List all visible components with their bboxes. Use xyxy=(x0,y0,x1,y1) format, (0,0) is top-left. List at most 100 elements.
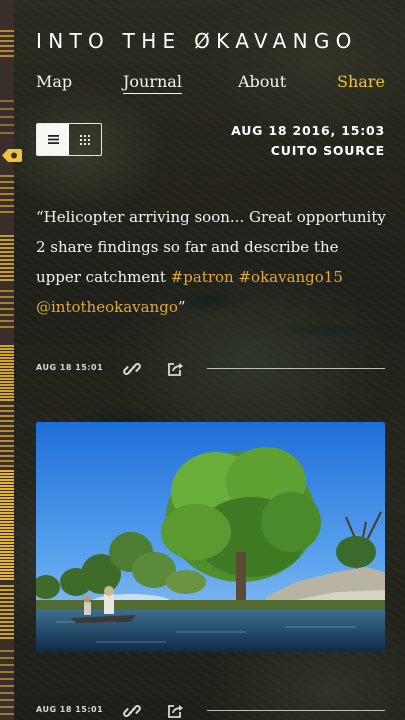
timeline-tick xyxy=(0,199,14,201)
timeline-tick xyxy=(0,351,14,353)
timeline-tick xyxy=(0,255,14,257)
timeline-tick xyxy=(0,263,14,265)
timeline-tick xyxy=(0,692,14,694)
hashtag-patron[interactable]: #patron xyxy=(171,268,234,286)
timeline-tick xyxy=(0,271,14,273)
timeline-tick xyxy=(0,40,14,42)
timeline-tick xyxy=(0,613,14,615)
photo-river-tree xyxy=(36,422,385,652)
timeline-tick xyxy=(0,485,14,487)
timeline-tick xyxy=(0,497,14,499)
timeline-tick xyxy=(0,384,14,386)
hashtag-okavango15[interactable]: #okavango15 xyxy=(238,268,342,286)
timeline-tick xyxy=(0,387,14,389)
view-toggle xyxy=(36,123,102,156)
timeline-tick xyxy=(0,491,14,493)
timeline-tick xyxy=(0,609,14,611)
timeline-bar[interactable] xyxy=(0,0,14,720)
timeline-tick xyxy=(0,360,14,362)
timeline-tick xyxy=(0,473,14,475)
timeline-tick xyxy=(0,699,14,701)
site-logo[interactable]: INTO THE ØKAVANGO xyxy=(36,29,385,53)
timeline-tick xyxy=(0,381,14,383)
timeline-tick xyxy=(0,420,14,422)
timeline-tick xyxy=(0,521,14,523)
list-view-button[interactable] xyxy=(37,124,69,155)
timeline-tick xyxy=(0,479,14,481)
link-icon[interactable] xyxy=(123,360,141,378)
timeline-tick xyxy=(0,396,14,398)
timeline-tick xyxy=(0,35,14,37)
share-icon[interactable] xyxy=(166,360,184,378)
timeline-tick xyxy=(0,536,14,538)
timeline-tick xyxy=(0,569,14,571)
timeline-tick xyxy=(0,585,14,587)
post-quote: “Helicopter arriving soon... Great oppor… xyxy=(36,202,386,322)
timeline-tick xyxy=(0,290,14,292)
timeline-tick xyxy=(0,239,14,241)
timeline-tick xyxy=(0,375,14,377)
timeline-tick xyxy=(0,470,14,472)
nav-about[interactable]: About xyxy=(238,72,286,91)
timeline-tick xyxy=(0,548,14,550)
timeline-tick xyxy=(0,542,14,544)
timeline-tick xyxy=(0,713,14,715)
timeline-tick xyxy=(0,539,14,541)
timeline-tick xyxy=(0,566,14,568)
journal-photo[interactable] xyxy=(36,422,385,652)
timeline-tick xyxy=(0,372,14,374)
timeline-tick xyxy=(0,326,14,328)
timeline-tick xyxy=(0,425,14,427)
timeline-tick xyxy=(0,132,14,134)
timeline-tick xyxy=(0,308,14,310)
timeline-tick xyxy=(0,211,14,213)
timeline-tick xyxy=(0,494,14,496)
nav-journal[interactable]: Journal xyxy=(123,72,182,94)
timeline-tick xyxy=(0,465,14,467)
timeline-tick xyxy=(0,181,14,183)
timeline-tick xyxy=(0,460,14,462)
share-icon[interactable] xyxy=(166,702,184,720)
timeline-tick xyxy=(0,450,14,452)
timeline-tick xyxy=(0,251,14,253)
timeline-tick xyxy=(0,393,14,395)
timeline-tick xyxy=(0,363,14,365)
post-location: CUITO SOURCE xyxy=(270,143,385,158)
timeline-tick xyxy=(0,55,14,57)
timeline-tick xyxy=(0,243,14,245)
close-quote: ” xyxy=(177,298,186,316)
entry-time: AUG 18 15:01 xyxy=(36,705,104,714)
timeline-tick xyxy=(0,369,14,371)
main-nav: Map Journal About Share xyxy=(36,72,385,94)
entry-time: AUG 18 15:01 xyxy=(36,363,104,372)
location-pin-icon[interactable] xyxy=(2,147,22,164)
timeline-tick xyxy=(0,657,14,659)
timeline-tick xyxy=(0,706,14,708)
timeline-tick xyxy=(0,527,14,529)
timeline-tick xyxy=(0,671,14,673)
mention-intotheokavango[interactable]: @intotheokavango xyxy=(36,298,178,316)
timeline-tick xyxy=(0,320,14,322)
entry-meta: AUG 18 15:01 xyxy=(36,360,385,378)
open-quote: “ xyxy=(36,208,44,226)
grid-view-button[interactable] xyxy=(69,124,101,155)
timeline-tick xyxy=(0,405,14,407)
timeline-tick xyxy=(0,530,14,532)
link-icon[interactable] xyxy=(123,702,141,720)
timeline-tick xyxy=(0,302,14,304)
post-date: AUG 18 2016, 15:03 xyxy=(231,123,385,138)
timeline-tick xyxy=(0,625,14,627)
timeline-tick xyxy=(0,354,14,356)
timeline-tick xyxy=(0,500,14,502)
timeline-tick xyxy=(0,678,14,680)
timeline-tick xyxy=(0,650,14,652)
timeline-tick xyxy=(0,357,14,359)
timeline-tick xyxy=(0,390,14,392)
timeline-tick xyxy=(0,267,14,269)
nav-map[interactable]: Map xyxy=(36,72,72,91)
divider xyxy=(207,710,385,711)
timeline-tick xyxy=(0,275,14,277)
nav-share[interactable]: Share xyxy=(337,72,385,91)
timeline-tick xyxy=(0,575,14,577)
timeline-tick xyxy=(0,518,14,520)
